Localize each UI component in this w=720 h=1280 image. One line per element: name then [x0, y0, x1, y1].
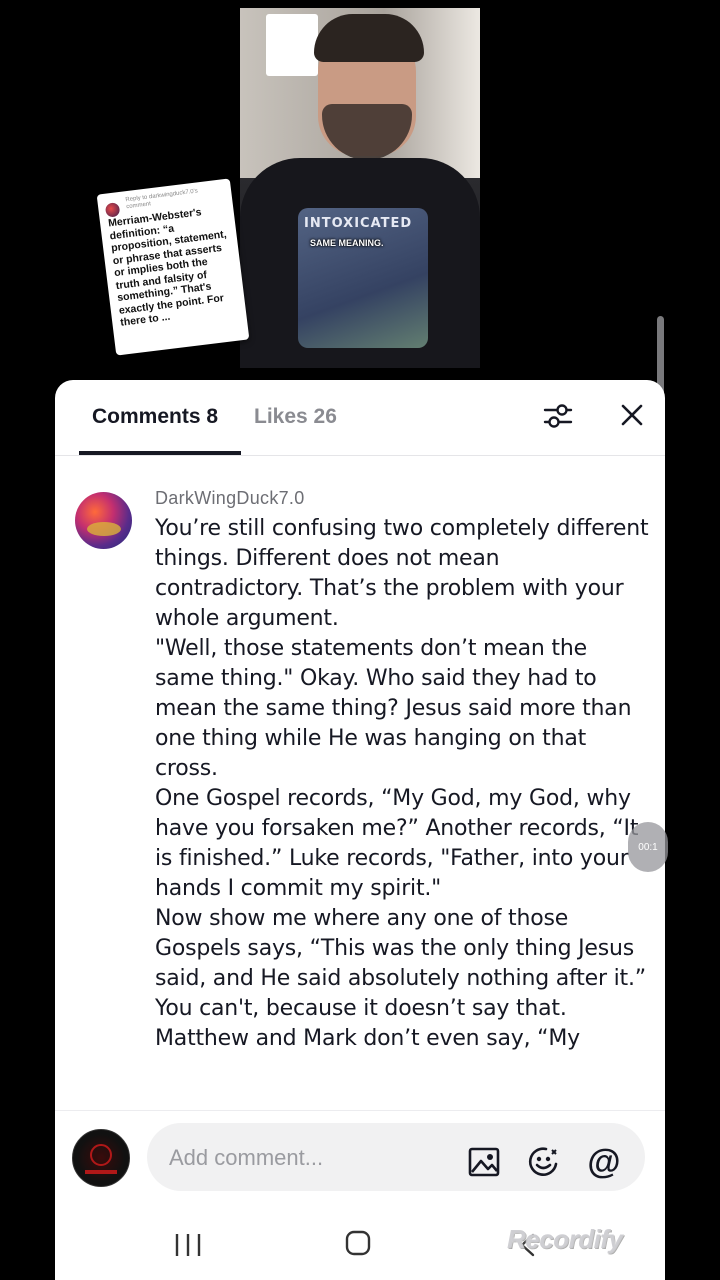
comment-paragraph: Matthew and Mark don’t even say, “My [155, 1026, 580, 1051]
system-nav-bar: Recordify [55, 1222, 665, 1280]
sheet-tabs: Comments 8 Likes 26 [55, 380, 665, 456]
comment-paragraph: "Well, those statements don’t mean the s… [155, 636, 632, 781]
comments-sheet: Comments 8 Likes 26 DarkWingDuck7.0 You’… [55, 380, 665, 1280]
video-reply-card [266, 14, 318, 76]
close-icon[interactable] [617, 400, 647, 430]
comment-input-container[interactable]: @ [147, 1123, 645, 1191]
tabs-divider [55, 455, 665, 456]
image-icon[interactable] [465, 1143, 503, 1181]
recording-timer[interactable]: 00:1 [628, 822, 668, 872]
shirt-text: INTOXICATED [304, 216, 413, 231]
comment-list[interactable]: DarkWingDuck7.0 You’re still confusing t… [55, 476, 665, 1110]
emoji-icon[interactable] [525, 1143, 563, 1181]
video-caption: SAME MEANING. [310, 238, 384, 248]
comment-body: You’re still confusing two completely di… [155, 514, 651, 1054]
sliders-icon[interactable] [542, 400, 574, 432]
tab-comments[interactable]: Comments 8 [92, 405, 218, 429]
recents-icon[interactable] [173, 1232, 203, 1258]
tab-likes[interactable]: Likes 26 [254, 405, 337, 429]
at-icon[interactable]: @ [585, 1143, 623, 1181]
reply-sticker[interactable]: Reply to darkwingduck7.0's comment Merri… [96, 178, 250, 356]
my-avatar [72, 1129, 130, 1187]
comment-paragraph: Now show me where any one of those Gospe… [155, 906, 646, 1021]
comment-paragraph: One Gospel records, “My God, my God, why… [155, 786, 639, 901]
comment-input[interactable] [167, 1139, 451, 1177]
sticker-text: Merriam-Webster's definition: “a proposi… [107, 206, 228, 329]
speaker-hair [314, 14, 424, 62]
recorder-watermark: Recordify [507, 1224, 623, 1254]
comment-composer: @ [55, 1111, 665, 1221]
home-icon[interactable] [345, 1230, 371, 1256]
comment-paragraph: You’re still confusing two completely di… [155, 516, 649, 631]
video-preview[interactable]: INTOXICATED SAME MEANING. [240, 8, 480, 368]
avatar[interactable] [75, 492, 132, 549]
comment-username[interactable]: DarkWingDuck7.0 [155, 488, 305, 509]
